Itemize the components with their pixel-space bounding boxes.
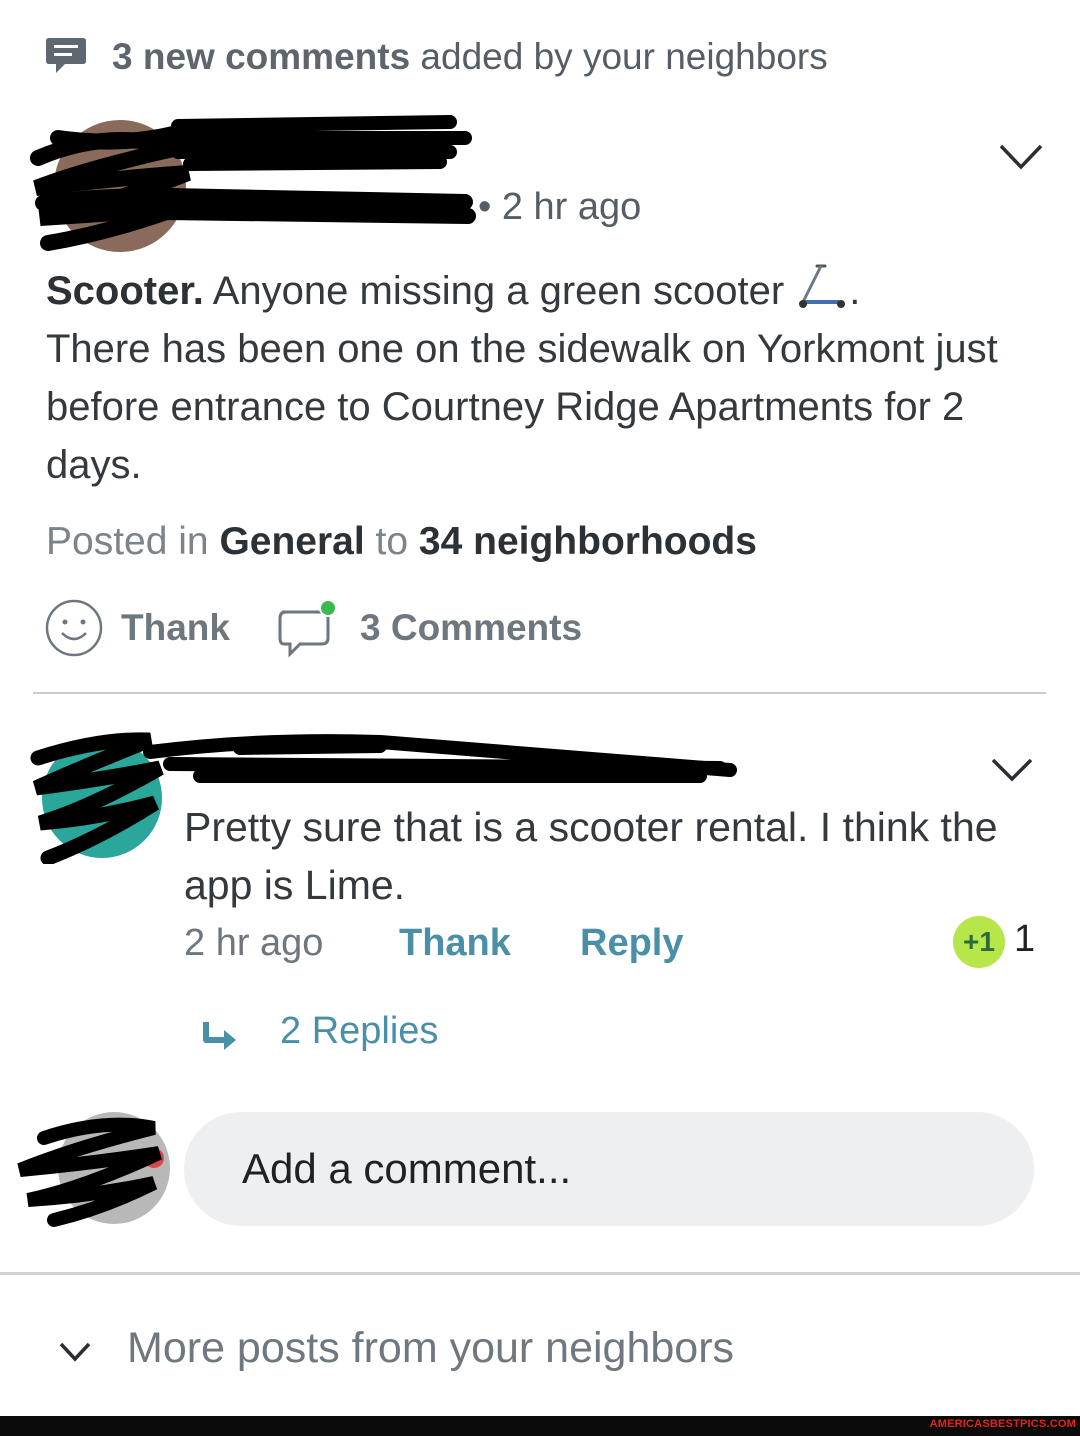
post-divider: [33, 692, 1046, 694]
comments-count-label: 3 Comments: [360, 607, 583, 648]
new-comments-count: 3 new comments: [112, 36, 411, 77]
current-user-avatar-redacted: [17, 1112, 170, 1227]
post-options-chevron-icon[interactable]: [998, 142, 1044, 172]
comment-options-chevron-icon[interactable]: [990, 756, 1034, 784]
more-posts-link[interactable]: More posts from your neighbors: [127, 1324, 734, 1373]
post-category-line: Posted in General to 34 neighborhoods: [46, 520, 757, 564]
post-timestamp: • 2 hr ago: [478, 186, 642, 228]
comments-count-button[interactable]: 3 Comments: [276, 596, 582, 660]
chevron-down-icon[interactable]: [58, 1340, 92, 1364]
comment-icon: [278, 599, 337, 658]
post-subject: Scooter.: [46, 269, 204, 313]
posted-mid: to: [364, 520, 419, 563]
new-comments-suffix: added by your neighbors: [410, 36, 828, 77]
post-body-rest: There has been one on the sidewalk on Yo…: [46, 327, 998, 487]
add-comment-input[interactable]: [184, 1112, 1034, 1226]
comment-text: Pretty sure that is a scooter rental. I …: [184, 804, 998, 908]
watermark: AMERICASBESTPICS.COM: [929, 1418, 1076, 1430]
section-divider: [0, 1272, 1080, 1275]
reply-arrow-icon: [203, 1022, 236, 1050]
commenter-name-redacted: [143, 734, 737, 783]
comment-thank-link[interactable]: Thank: [399, 922, 511, 965]
footer-bar: [0, 1416, 1080, 1436]
smile-icon: [45, 599, 103, 657]
post-audience-link[interactable]: 34 neighborhoods: [419, 520, 757, 563]
thank-post-label: Thank: [121, 607, 230, 648]
post-body-line1: Anyone missing a green scooter: [203, 269, 796, 313]
posted-prefix: Posted in: [46, 520, 220, 563]
comment-timestamp: 2 hr ago: [184, 922, 324, 964]
view-replies-link[interactable]: 2 Replies: [280, 1010, 438, 1053]
new-comments-banner[interactable]: 3 new comments added by your neighbors: [112, 36, 828, 78]
post-body: Scooter. Anyone missing a green scooter …: [46, 262, 1026, 494]
plus-one-count: 1: [1014, 918, 1036, 960]
post-body-after-emoji: .: [849, 269, 861, 313]
comment-reply-link[interactable]: Reply: [580, 922, 683, 965]
plus-one-badge[interactable]: +1: [953, 916, 1005, 968]
thank-post-button[interactable]: Thank: [45, 596, 230, 660]
add-comment-field[interactable]: [184, 1112, 1034, 1226]
scooter-emoji-icon: [799, 264, 846, 308]
post-author-name-redacted: [157, 115, 476, 224]
comment-bubble-icon: [46, 38, 86, 73]
post-category-link[interactable]: General: [219, 520, 364, 563]
